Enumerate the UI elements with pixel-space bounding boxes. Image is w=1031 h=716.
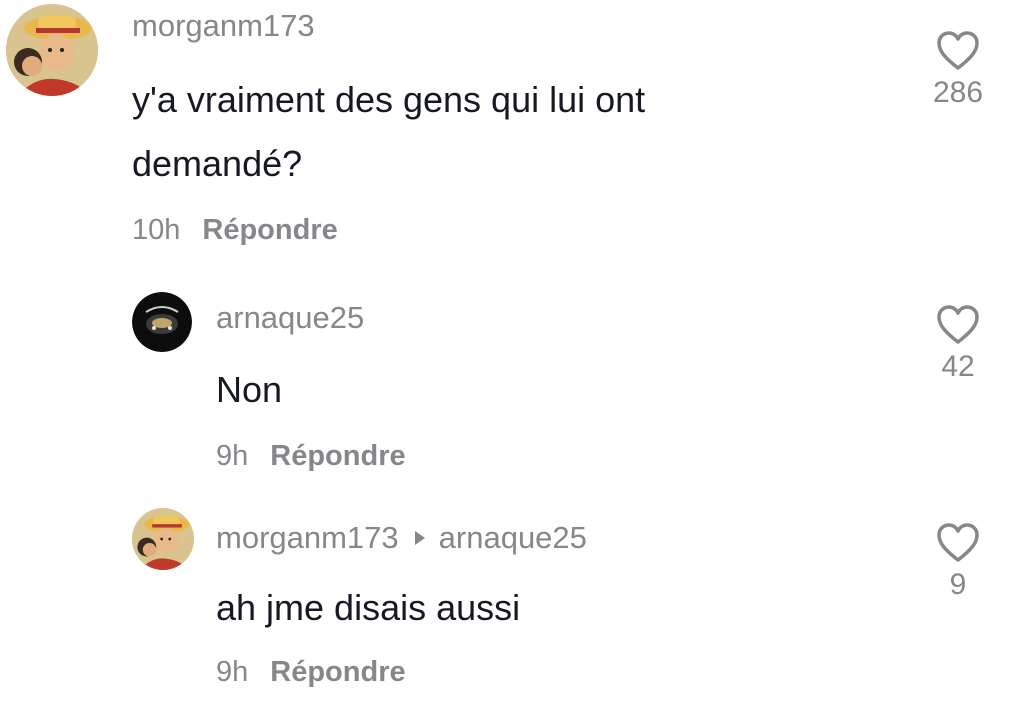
comment-reply: arnaque25 Non 9h Répondre 42 <box>0 270 1031 500</box>
heart-outline-icon[interactable] <box>935 30 981 72</box>
heart-outline-icon[interactable] <box>935 304 981 346</box>
like-count: 286 <box>932 76 984 109</box>
reply-button[interactable]: Répondre <box>270 440 405 472</box>
heart-outline-icon[interactable] <box>935 522 981 564</box>
comment-username[interactable]: morganm173 <box>132 8 315 44</box>
comment-text: y'a vraiment des gens qui lui ont demand… <box>132 79 646 184</box>
comment-username-line: morganm173 arnaque25 <box>216 520 587 556</box>
comment-reply: morganm173 arnaque25 ah jme disais aussi … <box>0 500 1031 716</box>
reply-button[interactable]: Répondre <box>202 214 337 246</box>
like-control: 286 <box>918 30 998 110</box>
triangle-right-icon <box>414 531 425 546</box>
avatar[interactable] <box>132 292 192 352</box>
reply-button[interactable]: Répondre <box>270 656 405 688</box>
avatar-image <box>132 508 194 570</box>
avatar[interactable] <box>132 508 194 570</box>
avatar-image <box>6 4 98 96</box>
comment-meta: 9h Répondre <box>216 656 406 689</box>
like-control: 9 <box>918 522 998 602</box>
comment-meta: 9h Répondre <box>216 440 406 473</box>
comment-meta: 10h Répondre <box>132 214 338 247</box>
comment-timestamp: 10h <box>132 214 181 246</box>
like-count: 9 <box>949 568 967 601</box>
comment-timestamp: 9h <box>216 440 249 472</box>
comment-text: ah jme disais aussi <box>216 587 521 628</box>
comment-username[interactable]: morganm173 <box>216 520 399 555</box>
avatar-image <box>132 292 192 352</box>
avatar[interactable] <box>6 4 98 96</box>
comment-timestamp: 9h <box>216 656 249 688</box>
comment-text: Non <box>216 369 283 410</box>
reply-to-username[interactable]: arnaque25 <box>439 520 587 555</box>
like-count: 42 <box>941 350 975 383</box>
comment-username[interactable]: arnaque25 <box>216 300 364 336</box>
like-control: 42 <box>918 304 998 384</box>
comment-thread-main: morganm173 y'a vraiment des gens qui lui… <box>0 0 1031 270</box>
